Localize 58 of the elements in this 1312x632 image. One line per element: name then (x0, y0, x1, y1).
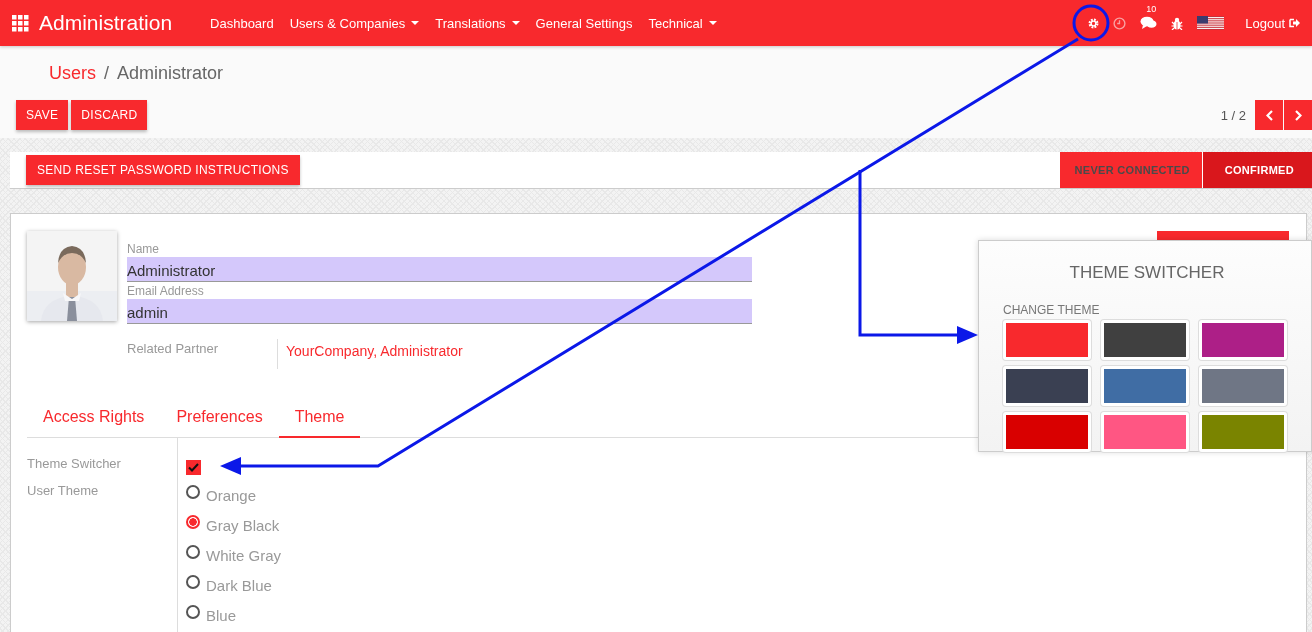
color-swatch[interactable] (1199, 366, 1287, 406)
action-button[interactable]: SAVE (16, 100, 69, 130)
radio-button[interactable] (186, 545, 200, 559)
field-label: Related Partner (127, 339, 278, 369)
menu-item[interactable]: Technical (640, 15, 725, 31)
color-swatch[interactable] (1003, 366, 1091, 406)
tab[interactable]: Theme (278, 399, 361, 438)
message-count: 10 (1146, 4, 1157, 14)
menu-item[interactable]: General Settings (527, 15, 641, 31)
next-button[interactable] (1284, 100, 1312, 130)
checkbox[interactable] (186, 460, 201, 475)
breadcrumb-separator: / (104, 63, 110, 85)
option-label: Orange (206, 486, 257, 504)
option-label: Blue (206, 606, 237, 624)
menu-item[interactable]: Dashboard (202, 15, 282, 31)
breadcrumb-link[interactable]: Users (49, 63, 96, 100)
reset-password-button[interactable]: SEND RESET PASSWORD INSTRUCTIONS (26, 155, 300, 185)
field-label: User Theme (27, 483, 100, 500)
apps-menu-icon[interactable] (12, 14, 29, 32)
field-label: Email Address (127, 283, 205, 299)
option-label: Dark Blue (206, 576, 272, 594)
pager-value: 1 / 2 (1220, 107, 1246, 123)
color-swatch[interactable] (1101, 320, 1189, 360)
chevron-right-icon (1294, 109, 1302, 121)
radio-button[interactable] (186, 605, 200, 619)
panel-title: THEME SWITCHER (1068, 263, 1226, 283)
option-label: Gray Black (206, 516, 280, 534)
color-swatch[interactable] (1199, 412, 1287, 452)
status-step[interactable]: NEVER CONNECTED (1058, 152, 1202, 188)
field-label: Theme Switcher (27, 456, 122, 473)
radio-button[interactable] (186, 575, 200, 589)
breadcrumb-current: Administrator (117, 63, 224, 85)
panel-subtitle: CHANGE THEME (1003, 303, 1101, 317)
highlight-circle (1072, 4, 1110, 42)
color-swatch[interactable] (1101, 412, 1189, 452)
partner-link[interactable]: YourCompany, Administrator (286, 339, 463, 369)
tab[interactable]: Access Rights (27, 399, 161, 438)
tab[interactable]: Preferences (160, 399, 279, 438)
input-field[interactable]: Administrator (127, 257, 752, 282)
menu-item[interactable]: Translations (427, 15, 528, 31)
color-swatch[interactable] (1199, 320, 1287, 360)
field-label: Name (127, 241, 160, 257)
radio-button[interactable] (186, 485, 200, 499)
color-swatch[interactable] (1003, 412, 1091, 452)
chevron-left-icon (1265, 109, 1273, 121)
option-label: White Gray (206, 546, 281, 564)
app-title: Administration (39, 11, 173, 35)
input-field[interactable]: admin (127, 299, 752, 324)
previous-button[interactable] (1255, 100, 1283, 130)
action-button[interactable] (1157, 231, 1289, 241)
logout-link[interactable]: Logout (1245, 15, 1300, 31)
action-button[interactable]: DISCARD (71, 100, 148, 130)
color-swatch[interactable] (1101, 366, 1189, 406)
menu-item[interactable]: Users & Companies (281, 15, 428, 31)
color-swatch[interactable] (1003, 320, 1091, 360)
status-step[interactable]: CONFIRMED (1201, 152, 1312, 188)
logout-icon (1289, 18, 1300, 28)
radio-button[interactable] (186, 515, 200, 529)
